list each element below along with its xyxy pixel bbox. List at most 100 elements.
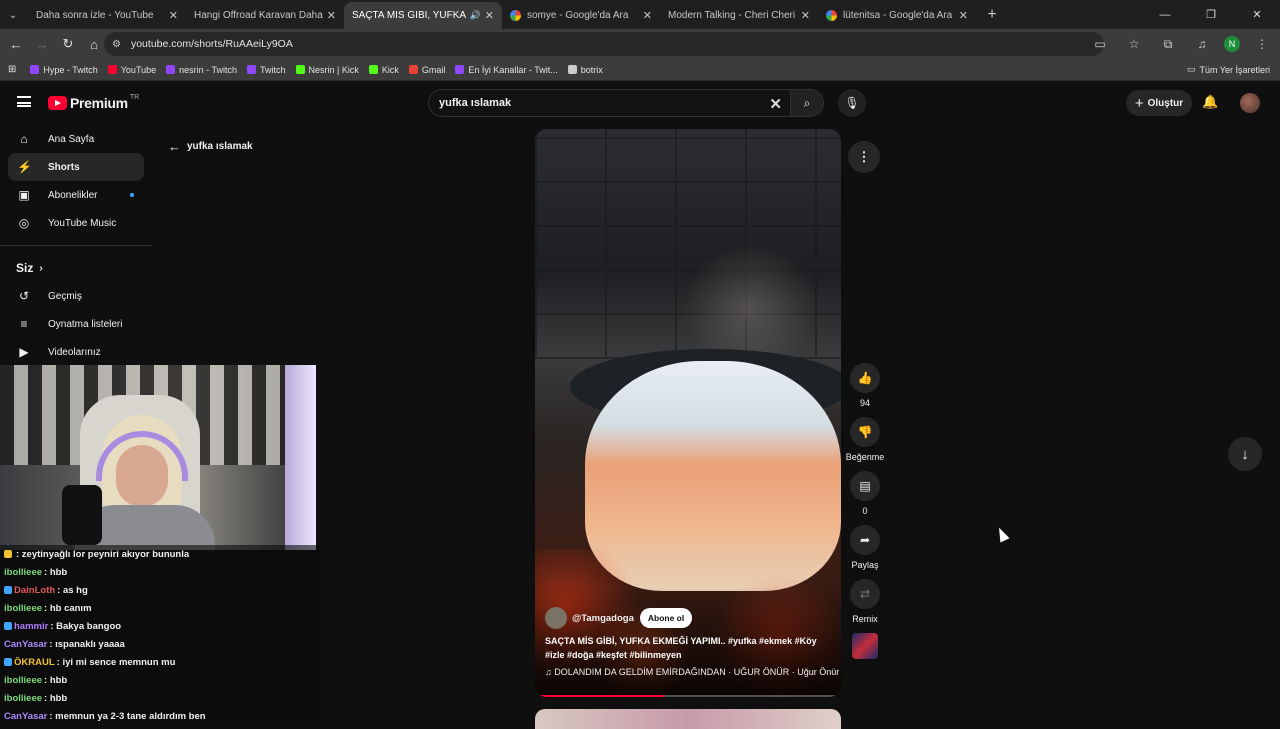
apps-grid-icon[interactable]: ⊞	[8, 64, 16, 75]
subscribe-button[interactable]: Abone ol	[639, 608, 693, 628]
next-short-preview[interactable]	[535, 709, 841, 729]
close-tab-icon[interactable]: ✕	[801, 9, 810, 22]
back-icon[interactable]: ←	[4, 32, 28, 56]
cast-icon[interactable]: ▭	[1088, 32, 1112, 56]
short-description[interactable]: SAÇTA MİS GİBİ, YUFKA EKMEĞİ YAPIMI.. #y…	[545, 634, 835, 662]
browser-tab[interactable]: Daha sonra izle - YouTube ✕	[28, 2, 186, 29]
clear-search-icon[interactable]: ✕	[769, 95, 782, 113]
sidebar-you-heading[interactable]: Siz ›	[0, 254, 152, 282]
site-info-icon[interactable]: ⚙	[112, 39, 121, 50]
chat-username: ibollieee	[4, 602, 43, 614]
sidebar-item-shorts[interactable]: ⚡ Shorts	[8, 153, 144, 181]
new-content-dot	[130, 193, 134, 197]
chat-username: ibollieee	[4, 566, 43, 578]
microphone-icon: 🎙	[844, 96, 860, 110]
more-options-icon[interactable]: ⋮	[848, 141, 880, 173]
minimize-icon[interactable]: —	[1142, 0, 1188, 29]
bookmark-item[interactable]: Kick	[368, 65, 399, 75]
close-tab-icon[interactable]: ✕	[327, 9, 336, 22]
sidebar-you: ↺ Geçmiş ≡ Oynatma listeleri ▶ Videolarınız	[0, 282, 152, 366]
you-heading-label: Siz	[16, 261, 34, 275]
chat-username: hammir	[14, 620, 49, 632]
chat-text: : hbb	[44, 566, 68, 578]
bookmark-item[interactable]: botrix	[567, 65, 603, 75]
home-icon[interactable]: ⌂	[82, 32, 106, 56]
bookmark-item[interactable]: En İyi Kanallar - Twit...	[455, 65, 558, 75]
chat-username: CanYasar	[4, 638, 48, 650]
close-window-icon[interactable]: ✕	[1234, 0, 1280, 29]
history-icon: ↺	[18, 289, 30, 303]
create-button[interactable]: + Oluştur	[1126, 90, 1192, 116]
new-tab-button[interactable]: +	[980, 3, 1004, 27]
thumbs-down-icon[interactable]: 👎	[850, 417, 880, 447]
reload-icon[interactable]: ↻	[56, 32, 80, 56]
account-avatar[interactable]	[1240, 93, 1260, 113]
close-tab-icon[interactable]: ✕	[485, 9, 494, 22]
sidebar-item-playlists[interactable]: ≡ Oynatma listeleri	[8, 310, 144, 338]
bookmark-item[interactable]: nesrin - Twitch	[166, 65, 237, 75]
comment-icon[interactable]: ▤	[850, 471, 880, 501]
youtube-logo[interactable]: Premium TR	[48, 93, 140, 111]
youtube-music-icon: ◎	[18, 216, 30, 230]
chat-message: ibollieee: hbb	[0, 563, 320, 581]
sidebar-item-home[interactable]: ⌂ Ana Sayfa	[8, 125, 144, 153]
subscriptions-icon: ▣	[18, 188, 30, 202]
share-icon[interactable]: ➦	[850, 525, 880, 555]
next-short-arrow-down-icon[interactable]: ↓	[1228, 437, 1262, 471]
sidebar-item-subscriptions[interactable]: ▣ Abonelikler	[8, 181, 144, 209]
logo-region: TR	[129, 93, 140, 101]
back-to-search-button[interactable]: ← yufka ıslamak	[168, 139, 253, 154]
remix-icon[interactable]: ⇄	[850, 579, 880, 609]
restore-icon[interactable]: ❐	[1188, 0, 1234, 29]
bookmark-star-icon[interactable]: ☆	[1122, 32, 1146, 56]
close-tab-icon[interactable]: ✕	[959, 9, 968, 22]
close-tab-icon[interactable]: ✕	[643, 9, 652, 22]
youtube-play-icon	[48, 96, 67, 110]
channel-avatar[interactable]	[545, 607, 567, 629]
audio-thumbnail[interactable]	[852, 633, 878, 659]
chat-username: ibollieee	[4, 692, 43, 704]
close-tab-icon[interactable]: ✕	[169, 9, 178, 22]
browser-tab[interactable]: Hangi Offroad Karavan Daha İyi ✕	[186, 2, 344, 29]
bookmark-item[interactable]: Gmail	[408, 65, 445, 75]
short-video-player[interactable]: @Tamgadoga Abone ol SAÇTA MİS GİBİ, YUFK…	[535, 129, 841, 697]
menu-icon[interactable]: ⋮	[1250, 32, 1274, 56]
browser-tab[interactable]: somye - Google'da Ara ✕	[502, 2, 660, 29]
chat-text: : zeytinyağlı lor peyniri akıyor bununla	[16, 548, 190, 560]
short-music-label[interactable]: ♫ DOLANDIM DA GELDİM EMİRDAĞINDAN · UĞUR…	[545, 667, 839, 677]
bookmark-item[interactable]: Nesrin | Kick	[295, 65, 359, 75]
browser-tab[interactable]: SAÇTA MİS GİBİ, YUFKA EKMEĞİ🔊 ✕	[344, 2, 502, 29]
speaker-icon[interactable]: 🔊	[470, 10, 481, 21]
sidebar-item-your-videos[interactable]: ▶ Videolarınız	[8, 338, 144, 366]
chat-text: : hbb	[44, 674, 68, 686]
all-bookmarks-button[interactable]: ▭ Tüm Yer İşaretleri	[1187, 64, 1270, 75]
thumbs-up-icon[interactable]: 👍	[850, 363, 880, 393]
bookmark-item[interactable]: Twitch	[246, 65, 286, 75]
sidebar-item-label: Ana Sayfa	[48, 133, 95, 145]
chat-username: ÖKRAUL	[14, 656, 55, 668]
video-progress-bar[interactable]	[535, 695, 841, 697]
browser-tab[interactable]: Modern Talking - Cheri Cheri La ✕	[660, 2, 818, 29]
bookmark-label: YouTube	[120, 64, 157, 75]
bookmark-item[interactable]: YouTube	[107, 64, 157, 75]
extensions-icon[interactable]: ⧉	[1156, 32, 1180, 56]
chat-text: : ıspanaklı yaaaa	[49, 638, 125, 650]
browser-tab[interactable]: lütenitsa - Google'da Ara ✕	[818, 2, 976, 29]
tab-search-icon[interactable]: ⌄	[4, 6, 22, 24]
notifications-bell-icon[interactable]: 🔔	[1202, 94, 1218, 110]
sidebar-item-youtube-music[interactable]: ◎ YouTube Music	[8, 209, 144, 237]
chat-text: : iyi mi sence memnun mu	[56, 656, 176, 668]
profile-avatar[interactable]: N	[1224, 36, 1240, 52]
channel-name[interactable]: @Tamgadoga	[572, 613, 634, 624]
chevron-right-icon: ›	[39, 262, 43, 274]
search-button[interactable]: ⌕	[790, 89, 824, 117]
voice-search-button[interactable]: 🎙	[838, 89, 866, 117]
menu-hamburger-icon[interactable]	[17, 96, 31, 107]
sidebar-item-history[interactable]: ↺ Geçmiş	[8, 282, 144, 310]
omnibox[interactable]: ⚙ youtube.com/shorts/RuAAeiLy9OA	[104, 32, 1104, 56]
plus-icon: +	[1134, 94, 1144, 112]
search-input[interactable]: yufka ıslamak ✕	[428, 89, 790, 117]
bookmark-item[interactable]: Hype - Twitch	[30, 65, 98, 75]
forward-icon[interactable]: →	[30, 32, 54, 56]
media-control-icon[interactable]: ♫	[1190, 32, 1214, 56]
